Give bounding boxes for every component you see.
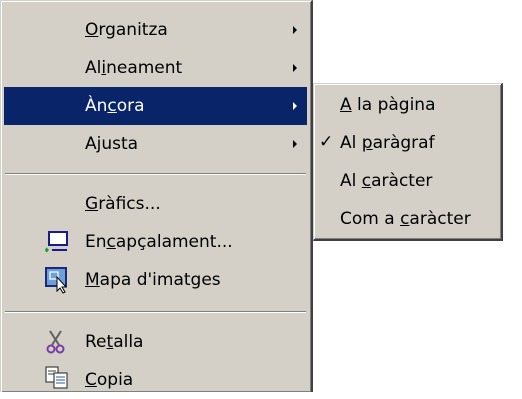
scissors-icon <box>46 330 65 354</box>
menu-item-label: Àncora <box>85 96 145 116</box>
menu-item-encapcalament[interactable]: Encapçalament... <box>4 223 307 261</box>
submenu-arrow-icon <box>293 26 297 34</box>
menu-separator <box>5 311 306 313</box>
menu-item-label: A la pàgina <box>340 95 436 115</box>
menu-item-label: Com a caràcter <box>340 209 471 229</box>
menu-item-label: Alineament <box>85 58 183 78</box>
image-map-icon <box>45 267 68 294</box>
menu-item-ajusta[interactable]: Ajusta <box>4 125 307 163</box>
submenu-item-a-la-pagina[interactable]: A la pàgina <box>317 86 497 124</box>
menu-item-alineament[interactable]: Alineament <box>4 49 307 87</box>
checkmark-icon: ✓ <box>319 132 334 152</box>
menu-item-grafics[interactable]: Gràfics... <box>4 185 307 223</box>
submenu-item-al-caracter[interactable]: Al caràcter <box>317 162 497 200</box>
submenu-arrow-icon <box>293 102 297 110</box>
menu-item-copia[interactable]: Copia <box>4 361 307 399</box>
menu-item-label: Organitza <box>85 20 168 40</box>
submenu-arrow-icon <box>293 64 297 72</box>
menu-item-retalla[interactable]: Retalla <box>4 323 307 361</box>
menu-item-label: Mapa d'imatges <box>85 270 221 290</box>
menu-item-label: Copia <box>85 370 134 390</box>
anchor-submenu: A la pàgina ✓ Al paràgraf Al caràcter Co… <box>313 83 503 241</box>
submenu-item-al-paragraf[interactable]: ✓ Al paràgraf <box>317 124 497 162</box>
context-menu: Organitza Alineament Àncora Ajusta Gràfi… <box>0 0 313 392</box>
menu-item-label: Al caràcter <box>340 171 433 191</box>
menu-item-organitza[interactable]: Organitza <box>4 11 307 49</box>
menu-item-label: Retalla <box>85 332 144 352</box>
menu-item-label: Ajusta <box>85 134 139 154</box>
submenu-arrow-icon <box>293 140 297 148</box>
menu-item-ancora[interactable]: Àncora <box>4 87 307 125</box>
copy-icon <box>45 366 68 389</box>
menu-item-label: Gràfics... <box>85 194 161 214</box>
menu-item-mapa-imatges[interactable]: Mapa d'imatges <box>4 261 307 299</box>
menu-item-label: Encapçalament... <box>85 232 233 252</box>
menu-item-label: Al paràgraf <box>340 133 435 153</box>
submenu-item-com-a-caracter[interactable]: Com a caràcter <box>317 200 497 238</box>
header-monitor-icon <box>45 231 68 253</box>
menu-separator <box>5 173 306 175</box>
